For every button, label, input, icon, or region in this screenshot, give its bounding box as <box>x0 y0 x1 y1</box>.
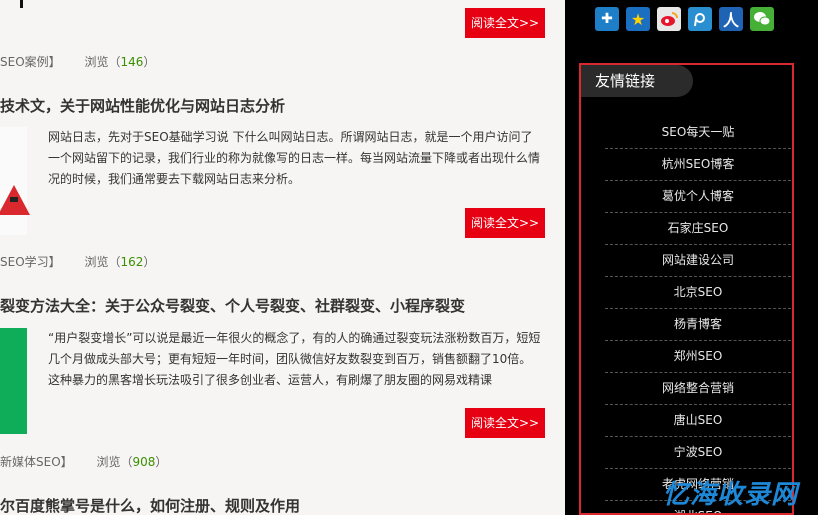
article-thumbnail[interactable] <box>0 127 30 235</box>
article-excerpt: “用户裂变增长”可以说是最近一年很火的概念了，有的人的确通过裂变玩法涨粉数百万，… <box>48 331 541 387</box>
friend-link[interactable]: 石家庄SEO <box>605 213 791 245</box>
tencent-weibo-icon[interactable] <box>688 7 712 31</box>
category-link[interactable]: 新媒体SEO】 <box>0 455 73 469</box>
friend-link[interactable]: SEO每天一贴 <box>605 117 791 149</box>
friend-links-heading: 友情链接 <box>581 65 693 97</box>
article-thumbnail[interactable] <box>0 328 27 434</box>
wechat-icon[interactable] <box>750 7 774 31</box>
thumbnail-graphic <box>10 197 18 202</box>
article-meta: SEO案例】 浏览（146） <box>0 53 155 70</box>
friend-links-panel: 友情链接 SEO每天一贴 杭州SEO博客 葛优个人博客 石家庄SEO 网站建设公… <box>579 63 794 515</box>
article-title[interactable]: 技术文，关于网站性能优化与网站日志分析 <box>0 95 285 116</box>
article-excerpt: 网站日志，先对于SEO基础学习说 下什么叫网站日志。所谓网站日志，就是一个用户访… <box>48 130 541 186</box>
renren-icon[interactable]: 人 <box>719 7 743 31</box>
view-count: 浏览（146） <box>84 55 156 69</box>
read-more-button[interactable]: 阅读全文>> <box>465 408 545 438</box>
thumb-fragment <box>20 0 23 8</box>
add-icon[interactable]: ✚ <box>595 7 619 31</box>
friend-link[interactable]: 郑州SEO <box>605 341 791 373</box>
friend-link[interactable]: 北京SEO <box>605 277 791 309</box>
qzone-star-icon[interactable]: ★ <box>626 7 650 31</box>
read-more-button[interactable]: 阅读全文>> <box>465 208 545 238</box>
article-title[interactable]: 裂变方法大全：关于公众号裂变、个人号裂变、社群裂变、小程序裂变 <box>0 295 465 316</box>
article-list: 阅读全文>> SEO案例】 浏览（146） 技术文，关于网站性能优化与网站日志分… <box>0 0 565 515</box>
category-link[interactable]: SEO案例】 <box>0 55 61 69</box>
view-count: 浏览（908） <box>96 455 168 469</box>
watermark-logo: 忆海收录网 <box>662 480 798 510</box>
weibo-icon[interactable] <box>657 7 681 31</box>
article-title[interactable]: 尔百度熊掌号是什么，如何注册、规则及作用 <box>0 495 300 515</box>
friend-link[interactable]: 葛优个人博客 <box>605 181 791 213</box>
friend-link[interactable]: 网站建设公司 <box>605 245 791 277</box>
friend-link[interactable]: 网络整合营销 <box>605 373 791 405</box>
article-meta: 新媒体SEO】 浏览（908） <box>0 453 167 470</box>
read-more-button[interactable]: 阅读全文>> <box>465 8 545 38</box>
friend-links-list: SEO每天一贴 杭州SEO博客 葛优个人博客 石家庄SEO 网站建设公司 北京S… <box>605 117 791 513</box>
view-count: 浏览（162） <box>84 255 156 269</box>
category-link[interactable]: SEO学习】 <box>0 255 61 269</box>
friend-link[interactable]: 宁波SEO <box>605 437 791 469</box>
sidebar: ✚ ★ 人 友情链接 SEO每天一贴 杭州SEO博客 葛优个人博客 石家庄SEO… <box>565 0 818 515</box>
article-meta: SEO学习】 浏览（162） <box>0 253 155 270</box>
friend-link[interactable]: 杭州SEO博客 <box>605 149 791 181</box>
friend-link[interactable]: 杨青博客 <box>605 309 791 341</box>
friend-link[interactable]: 唐山SEO <box>605 405 791 437</box>
